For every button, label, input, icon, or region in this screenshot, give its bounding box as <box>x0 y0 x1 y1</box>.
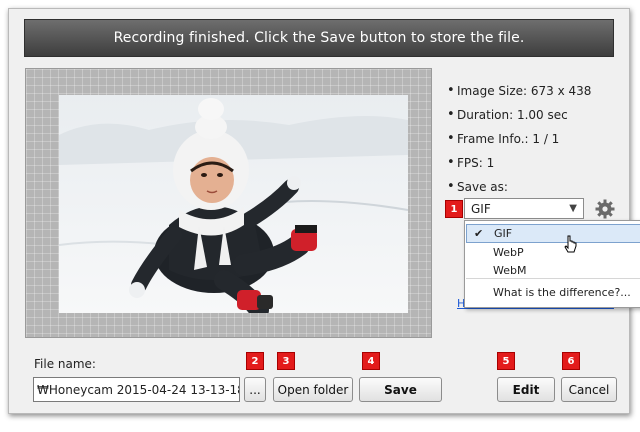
format-select-value: GIF <box>471 201 491 216</box>
dropdown-option-label: GIF <box>494 227 513 240</box>
badge-4: 4 <box>362 352 380 370</box>
badge-2: 2 <box>246 352 264 370</box>
preview-photo-drawing <box>59 95 408 313</box>
status-banner: Recording finished. Click the Save butto… <box>24 19 614 57</box>
check-icon: ✔ <box>474 227 484 240</box>
open-folder-button[interactable]: Open folder <box>273 377 353 402</box>
format-select[interactable]: GIF ▼ <box>464 198 584 219</box>
save-button[interactable]: Save <box>359 377 442 402</box>
badge-6: 6 <box>562 352 580 370</box>
dropdown-help-item[interactable]: What is the difference?... <box>466 283 640 302</box>
gear-icon[interactable] <box>594 198 616 220</box>
format-dropdown: ✔ GIF WebP WebM What is the difference?.… <box>464 220 640 308</box>
image-size-text: Image Size: 673 x 438 <box>457 84 592 98</box>
save-dialog: Recording finished. Click the Save butto… <box>8 8 640 414</box>
chevron-down-icon: ▼ <box>569 203 577 214</box>
bullet-icon: • <box>447 83 455 98</box>
badge-3: 3 <box>277 352 295 370</box>
recording-info: • Image Size: 673 x 438 • Duration: 1.00 s… <box>447 79 591 199</box>
cancel-button[interactable]: Cancel <box>561 377 617 402</box>
dropdown-option-label: WebP <box>493 246 524 259</box>
bullet-icon: • <box>447 131 455 146</box>
mouse-pointer-icon <box>564 235 578 255</box>
edit-button[interactable]: Edit <box>497 377 555 402</box>
badge-5: 5 <box>497 352 515 370</box>
dropdown-separator <box>466 278 640 279</box>
dropdown-option-gif[interactable]: ✔ GIF <box>466 224 640 243</box>
fps-text: FPS: 1 <box>457 156 495 170</box>
badge-1: 1 <box>445 200 463 218</box>
browse-button[interactable]: ... <box>244 377 266 402</box>
dropdown-help-label: What is the difference?... <box>493 286 631 299</box>
preview-panel <box>25 68 432 338</box>
duration-text: Duration: 1.00 sec <box>457 108 568 122</box>
bullet-icon: • <box>447 107 455 122</box>
bullet-icon: • <box>447 179 455 194</box>
dropdown-option-label: WebM <box>493 264 527 277</box>
save-as-label: Save as: <box>457 180 508 194</box>
preview-image <box>59 95 408 313</box>
file-name-input[interactable]: ₩Honeycam 2015-04-24 13-13-18.gif <box>33 377 240 402</box>
file-name-label: File name: <box>34 357 96 371</box>
frame-info-text: Frame Info.: 1 / 1 <box>457 132 560 146</box>
dropdown-option-webp[interactable]: WebP <box>466 243 640 262</box>
status-banner-text: Recording finished. Click the Save butto… <box>113 30 525 46</box>
bullet-icon: • <box>447 155 455 170</box>
